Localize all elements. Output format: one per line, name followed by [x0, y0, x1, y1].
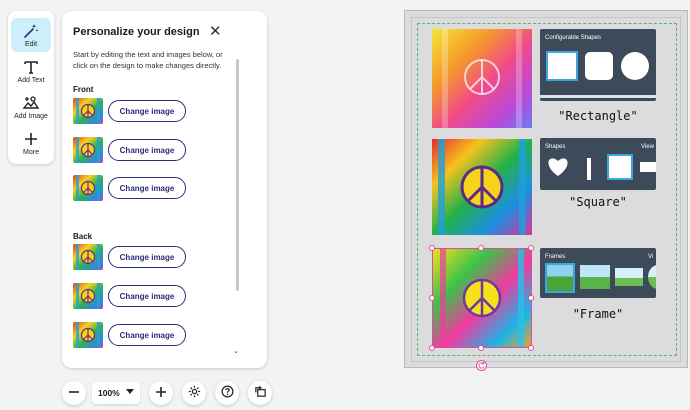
card-title: Configurable Shapes [545, 35, 602, 41]
rotate-view-icon [254, 385, 267, 402]
resize-handle[interactable] [429, 345, 435, 351]
text-t-icon [23, 57, 39, 76]
change-image-button[interactable]: Change image [108, 177, 186, 199]
rectangle-caption: "Rectangle" [558, 109, 638, 123]
zoom-select[interactable]: 100% [92, 382, 140, 404]
back-image-row-3: Change image [73, 322, 186, 348]
card-divider [540, 95, 656, 98]
rotate-view-button[interactable] [248, 381, 272, 405]
change-image-button[interactable]: Change image [108, 246, 186, 268]
tool-add-text-button[interactable]: Add Text [11, 54, 51, 88]
plus-icon [155, 385, 167, 402]
card-title: Shapes [545, 144, 566, 150]
resize-handle[interactable] [528, 295, 534, 301]
image-add-icon [22, 93, 40, 112]
zoom-in-button[interactable] [149, 381, 173, 405]
panel-title: Personalize your design [73, 26, 200, 38]
chevron-down-icon[interactable]: ⌄ [233, 347, 239, 355]
change-image-button[interactable]: Change image [108, 285, 186, 307]
frame-caption: "Frame" [572, 307, 624, 321]
wide-shape-option [640, 162, 656, 172]
design-thumbnail [73, 322, 103, 348]
front-section-label: Front [73, 85, 94, 94]
back-image-row-1: Change image [73, 244, 186, 270]
rotate-handle[interactable] [476, 360, 487, 371]
change-image-button[interactable]: Change image [108, 100, 186, 122]
heart-icon [546, 155, 570, 182]
resize-handle[interactable] [478, 245, 484, 251]
shapes-card: Shapes View [540, 138, 656, 190]
design-thumbnail [73, 175, 103, 201]
resize-handle[interactable] [478, 345, 484, 351]
configurable-shapes-card: Configurable Shapes [540, 29, 656, 101]
design-image-frame[interactable] [432, 248, 532, 348]
card-title: Frames [545, 254, 566, 260]
change-image-button[interactable]: Change image [108, 139, 186, 161]
tool-edit-button[interactable]: Edit [11, 18, 51, 52]
zoom-out-button[interactable] [62, 381, 86, 405]
resize-handle[interactable] [528, 245, 534, 251]
help-icon [221, 385, 234, 402]
help-button[interactable] [215, 381, 239, 405]
design-image-square[interactable] [432, 139, 532, 235]
frame-option [648, 265, 656, 289]
design-image-rectangle[interactable] [432, 29, 532, 128]
panel-description: Start by editing the text and images bel… [73, 50, 223, 70]
caret-down-icon [126, 389, 134, 394]
resize-handle[interactable] [528, 345, 534, 351]
rounded-shape-option [585, 52, 613, 80]
frame-option [545, 263, 575, 293]
zoom-value: 100% [98, 388, 120, 398]
change-image-button[interactable]: Change image [108, 324, 186, 346]
design-thumbnail [73, 244, 103, 270]
panel-scrollbar[interactable] [236, 59, 239, 291]
tool-add-image-button[interactable]: Add Image [11, 90, 51, 124]
tool-add-text-label: Add Text [17, 77, 45, 84]
front-image-row-1: Change image [73, 98, 186, 124]
tool-sidebar: Edit Add Text Add Image More [8, 11, 54, 164]
square-shape-option [607, 154, 633, 180]
design-thumbnail [73, 283, 103, 309]
bar-shape-option [587, 158, 591, 180]
magic-wand-icon [23, 21, 39, 40]
front-image-row-2: Change image [73, 137, 186, 163]
tool-edit-label: Edit [24, 41, 38, 48]
front-image-row-3: Change image [73, 175, 186, 201]
frames-card: Frames Vi [540, 248, 656, 298]
resize-handle[interactable] [429, 245, 435, 251]
frame-option [615, 268, 643, 286]
settings-button[interactable] [182, 381, 206, 405]
back-section-label: Back [73, 232, 93, 241]
rectangle-shape-option [546, 51, 578, 81]
plus-icon [24, 129, 38, 148]
back-image-row-2: Change image [73, 283, 186, 309]
design-thumbnail [73, 137, 103, 163]
gear-icon [188, 385, 201, 402]
minus-icon [68, 385, 80, 402]
square-caption: "Square" [569, 195, 627, 209]
card-more-link: View [641, 144, 654, 150]
card-more-link: Vi [648, 254, 654, 260]
circle-shape-option [621, 52, 649, 80]
close-icon[interactable]: ✕ [209, 24, 222, 39]
tool-add-image-label: Add Image [14, 113, 48, 120]
design-thumbnail [73, 98, 103, 124]
tool-more-button[interactable]: More [11, 126, 51, 160]
frame-option [580, 265, 610, 289]
tool-more-label: More [23, 149, 39, 156]
personalize-panel: Personalize your design ✕ Start by editi… [62, 11, 267, 368]
resize-handle[interactable] [429, 295, 435, 301]
